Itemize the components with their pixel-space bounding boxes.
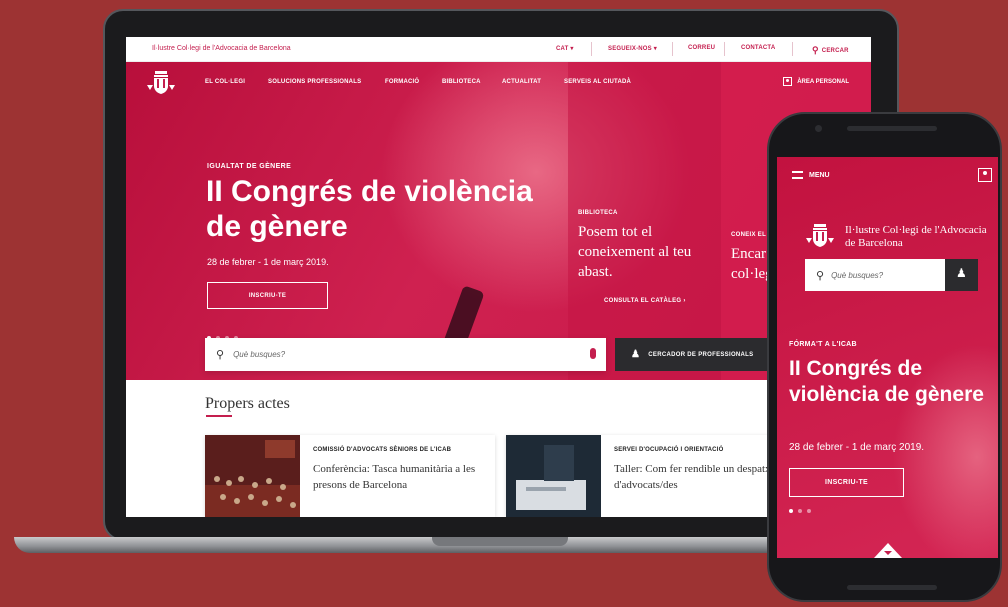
- hero-title: II Congrés de violència de gènere: [206, 175, 533, 243]
- mobile-register-button[interactable]: INSCRIU-TE: [789, 468, 904, 497]
- phone-bottom-bar: [847, 585, 937, 590]
- nav-item-college[interactable]: EL COL·LEGI: [205, 79, 245, 85]
- search-link[interactable]: ⚲ CERCAR: [812, 45, 849, 56]
- hero-date: 28 de febrer - 1 de març 2019.: [207, 257, 329, 267]
- laptop-notch: [432, 537, 568, 546]
- follow-us-menu[interactable]: SEGUEIX-NOS ▾: [608, 45, 657, 52]
- event-card[interactable]: COMISSIÓ D'ADVOCATS SÈNIORS DE L'ICAB Co…: [205, 435, 495, 517]
- mobile-hero-title: II Congrés de violència de gènere: [789, 357, 984, 406]
- search-bar[interactable]: ⚲ Què busques?: [205, 338, 606, 371]
- heading-underline: [206, 415, 232, 417]
- professional-finder-label: CERCADOR DE PROFESSIONALS: [648, 351, 754, 358]
- icab-logo-icon[interactable]: [146, 69, 176, 95]
- hero-eyebrow: IGUALTAT DE GÈNERE: [207, 163, 292, 170]
- event-photo-audience: [205, 435, 300, 517]
- event-category: SERVEI D'OCUPACIÓ I ORIENTACIÓ: [614, 447, 724, 453]
- mobile-professional-finder-button[interactable]: ♟: [945, 259, 978, 291]
- mobile-menu-button[interactable]: MENU: [792, 171, 830, 179]
- nav-item-citizen-services[interactable]: SERVEIS AL CIUTADÀ: [564, 79, 631, 85]
- desktop-website: Il·lustre Col·legi de l'Advocacia de Bar…: [126, 37, 871, 517]
- personal-area-link[interactable]: ÀREA PERSONAL: [783, 77, 849, 86]
- events-heading: Propers actes: [205, 395, 290, 412]
- contact-link[interactable]: CONTACTA: [741, 45, 775, 51]
- mobile-hero-eyebrow: FÓRMA'T A L'ICAB: [789, 341, 857, 348]
- know-label: CONEIX EL: [731, 232, 767, 238]
- search-icon: ⚲: [812, 45, 819, 55]
- lawyer-icon: ♟: [631, 349, 641, 360]
- hamburger-icon: [792, 171, 803, 179]
- hero-banner: EL COL·LEGI SOLUCIONS PROFESSIONALS FORM…: [126, 62, 871, 380]
- phone-speaker: [847, 126, 937, 131]
- divider: [672, 42, 673, 56]
- mobile-hero-date: 28 de febrer - 1 de març 2019.: [789, 442, 925, 453]
- mobile-search-bar[interactable]: ⚲ Què busques?: [805, 259, 945, 291]
- divider: [724, 42, 725, 56]
- register-button[interactable]: INSCRIU-TE: [207, 282, 328, 309]
- carousel-dot[interactable]: [789, 509, 793, 513]
- search-input[interactable]: Què busques?: [233, 350, 285, 359]
- library-label: BIBLIOTECA: [578, 210, 618, 216]
- phone-camera: [815, 125, 822, 132]
- nav-item-professional-solutions[interactable]: SOLUCIONS PROFESSIONALS: [268, 79, 361, 85]
- top-bar: Il·lustre Col·legi de l'Advocacia de Bar…: [126, 37, 871, 62]
- lawyer-icon: ♟: [956, 266, 967, 280]
- search-icon: ⚲: [216, 349, 225, 361]
- carousel-dot[interactable]: [807, 509, 811, 513]
- mobile-institution-name: Il·lustre Col·legi de l'Advocacia de Bar…: [845, 224, 987, 249]
- institution-name[interactable]: Il·lustre Col·legi de l'Advocacia de Bar…: [152, 45, 291, 52]
- event-card[interactable]: SERVEI D'OCUPACIÓ I ORIENTACIÓ Taller: C…: [506, 435, 806, 517]
- event-category: COMISSIÓ D'ADVOCATS SÈNIORS DE L'ICAB: [313, 447, 452, 453]
- language-selector[interactable]: CAT ▾: [556, 45, 574, 52]
- user-icon[interactable]: [978, 168, 992, 182]
- icab-logo-icon[interactable]: [805, 222, 835, 248]
- library-text: Posem tot el coneixement al teu abast.: [578, 224, 692, 280]
- catalog-link[interactable]: CONSULTA EL CATÀLEG ›: [604, 298, 686, 304]
- user-icon: [783, 77, 793, 86]
- mobile-search-input[interactable]: Què busques?: [831, 271, 883, 280]
- mail-link[interactable]: CORREU: [688, 45, 715, 51]
- mobile-menu-label: MENU: [809, 171, 830, 179]
- mobile-carousel-dots[interactable]: [789, 509, 811, 513]
- main-nav: EL COL·LEGI SOLUCIONS PROFESSIONALS FORM…: [126, 62, 871, 102]
- search-link-label: CERCAR: [821, 47, 849, 54]
- personal-area-label: ÀREA PERSONAL: [797, 78, 849, 85]
- nav-item-training[interactable]: FORMACIÓ: [385, 79, 419, 85]
- chevron-down-icon: [884, 551, 892, 555]
- divider: [591, 42, 592, 56]
- nav-item-news[interactable]: ACTUALITAT: [502, 79, 541, 85]
- event-photo-office: [506, 435, 601, 517]
- mobile-website: MENU Il·lustre Col·legi de l'Advocacia d…: [777, 157, 998, 558]
- search-icon: ⚲: [816, 269, 825, 282]
- event-title[interactable]: Conferència: Tasca humanitària a les pre…: [313, 461, 493, 493]
- nav-item-library[interactable]: BIBLIOTECA: [442, 79, 481, 85]
- divider: [792, 42, 793, 56]
- microphone-icon[interactable]: [590, 348, 596, 359]
- carousel-dot[interactable]: [798, 509, 802, 513]
